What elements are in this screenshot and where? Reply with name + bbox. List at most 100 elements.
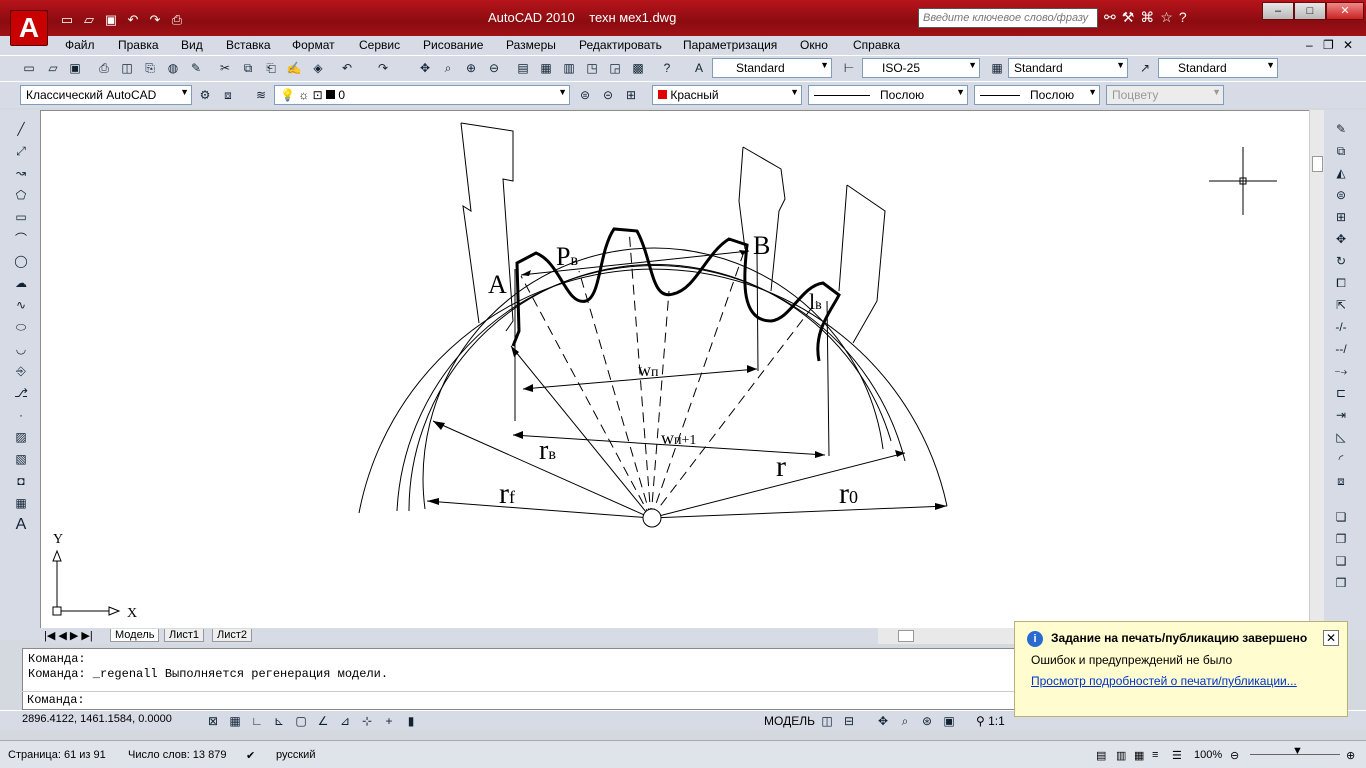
- menu-file[interactable]: Файл: [65, 38, 95, 52]
- fillet-icon[interactable]: ◜: [1332, 450, 1350, 468]
- annotation-scale[interactable]: ⚲ 1:1: [976, 714, 1005, 728]
- scroll-thumb[interactable]: [1312, 156, 1323, 172]
- workspace-icon[interactable]: ⧈: [219, 86, 237, 104]
- paste-icon[interactable]: ⎗: [262, 59, 280, 77]
- text-front-icon[interactable]: ❒: [1332, 574, 1350, 592]
- layer-previous-icon[interactable]: ⊝: [599, 86, 617, 104]
- workspace-select[interactable]: Классический AutoCAD ▼: [20, 85, 192, 105]
- menu-tools[interactable]: Сервис: [359, 38, 400, 52]
- explode-icon[interactable]: ⧈: [1332, 472, 1350, 490]
- new-icon[interactable]: ▭: [58, 12, 76, 28]
- tool-palettes-icon[interactable]: ▥: [560, 59, 578, 77]
- dyn-icon[interactable]: +: [380, 712, 398, 730]
- mirror-icon[interactable]: ◭: [1332, 164, 1350, 182]
- model-button[interactable]: МОДЕЛЬ: [764, 714, 815, 728]
- open-icon[interactable]: ▱: [80, 12, 98, 28]
- new-icon[interactable]: ▭: [20, 59, 38, 77]
- 3d-dwf-icon[interactable]: ◍: [164, 59, 182, 77]
- ellipse-arc-icon[interactable]: ◡: [12, 340, 30, 358]
- chamfer-icon[interactable]: ◺: [1332, 428, 1350, 446]
- insert-block-icon[interactable]: ⎆: [12, 362, 30, 380]
- command-input[interactable]: Команда:: [22, 691, 1022, 707]
- doc-restore-icon[interactable]: ❐: [1323, 38, 1334, 52]
- binoculars-icon[interactable]: ⚯: [1104, 9, 1116, 26]
- etransmit-icon[interactable]: ✎: [187, 59, 205, 77]
- hatch-icon[interactable]: ▨: [12, 428, 30, 446]
- spline-icon[interactable]: ∿: [12, 296, 30, 314]
- language[interactable]: русский: [276, 749, 315, 761]
- help-icon[interactable]: ?: [1179, 9, 1187, 26]
- draft-icon[interactable]: ☰: [1172, 749, 1182, 762]
- break-icon[interactable]: ⊏: [1332, 384, 1350, 402]
- spellcheck-icon[interactable]: ✔: [246, 749, 255, 762]
- point-icon[interactable]: ·: [12, 406, 30, 424]
- menu-help[interactable]: Справка: [853, 38, 900, 52]
- erase-icon[interactable]: ✎: [1332, 120, 1350, 138]
- save-icon[interactable]: ▣: [102, 12, 120, 28]
- osnap-icon[interactable]: ∠: [314, 712, 332, 730]
- calculator-icon[interactable]: ▩: [629, 59, 647, 77]
- showmotion-icon[interactable]: ▣: [940, 712, 958, 730]
- zoom-out-icon[interactable]: ⊖: [1230, 749, 1239, 762]
- text-style-icon[interactable]: A: [690, 59, 708, 77]
- arc-icon[interactable]: ⌒: [12, 230, 30, 248]
- zoom-in-icon[interactable]: ⊕: [1346, 749, 1355, 762]
- menu-format[interactable]: Формат: [292, 38, 335, 52]
- outline-icon[interactable]: ≡: [1152, 749, 1158, 761]
- viewport-icon[interactable]: ⊟: [840, 712, 858, 730]
- infer-icon[interactable]: ⊠: [204, 712, 222, 730]
- menu-view[interactable]: Вид: [181, 38, 203, 52]
- help-icon[interactable]: ?: [658, 59, 676, 77]
- tab-model[interactable]: Модель: [110, 629, 160, 642]
- revcloud-icon[interactable]: ☁: [12, 274, 30, 292]
- match-prop-icon[interactable]: ✍: [285, 59, 303, 77]
- scroll-thumb[interactable]: [898, 630, 914, 642]
- menu-parametric[interactable]: Параметризация: [683, 38, 777, 52]
- steering-wheel-icon[interactable]: ⊛: [918, 712, 936, 730]
- stretch-icon[interactable]: ⇱: [1332, 296, 1350, 314]
- star-icon[interactable]: ☆: [1160, 9, 1173, 26]
- close-button[interactable]: ✕: [1326, 2, 1364, 20]
- text-style-select[interactable]: Standard ▼: [712, 58, 832, 78]
- layer-state-icon[interactable]: ⊞: [622, 86, 640, 104]
- tab-sheet1[interactable]: Лист1: [164, 629, 205, 642]
- table-style-icon[interactable]: ▦: [988, 59, 1006, 77]
- layer-manager-icon[interactable]: ≋: [252, 86, 270, 104]
- undo-icon[interactable]: ↶: [124, 12, 142, 28]
- make-current-icon[interactable]: ⊜: [576, 86, 594, 104]
- block-editor-icon[interactable]: ◈: [309, 59, 327, 77]
- search-input[interactable]: Введите ключевое слово/фразу: [918, 8, 1098, 28]
- move-icon[interactable]: ✥: [1332, 230, 1350, 248]
- mleader-style-select[interactable]: Standard ▼: [1158, 58, 1278, 78]
- gear-icon[interactable]: ⚙: [196, 86, 214, 104]
- table-icon[interactable]: ▦: [12, 494, 30, 512]
- tools-icon[interactable]: ⚒: [1122, 9, 1135, 26]
- polyline-icon[interactable]: ↝: [12, 164, 30, 182]
- mtext-icon[interactable]: A: [12, 516, 30, 534]
- preview-icon[interactable]: ◫: [118, 59, 136, 77]
- dim-style-select[interactable]: ISO-25 ▼: [862, 58, 980, 78]
- table-style-select[interactable]: Standard ▼: [1008, 58, 1128, 78]
- rectangle-icon[interactable]: ▭: [12, 208, 30, 226]
- markup-icon[interactable]: ◲: [606, 59, 624, 77]
- zoom-realtime-icon[interactable]: ⌕: [439, 59, 457, 77]
- circle-icon[interactable]: ◯: [12, 252, 30, 270]
- doc-min-icon[interactable]: –: [1306, 38, 1313, 52]
- array-icon[interactable]: ⊞: [1332, 208, 1350, 226]
- extend-icon[interactable]: --/: [1332, 340, 1350, 358]
- reading-icon[interactable]: ▥: [1116, 749, 1126, 762]
- autocad-logo[interactable]: A: [10, 10, 48, 46]
- open-icon[interactable]: ▱: [44, 59, 62, 77]
- maximize-button[interactable]: □: [1294, 2, 1326, 20]
- zoom-slider-thumb[interactable]: ▼: [1292, 745, 1303, 757]
- ellipse-icon[interactable]: ⬭: [12, 318, 30, 336]
- snap-icon[interactable]: ▦: [226, 712, 244, 730]
- ortho-icon[interactable]: ⊾: [270, 712, 288, 730]
- rotate-icon[interactable]: ↻: [1332, 252, 1350, 270]
- drawing-area[interactable]: A B Pв lв wп wп+1 rв r rf r0 Y X: [40, 110, 1310, 630]
- offset-icon[interactable]: ⊜: [1332, 186, 1350, 204]
- break-point-icon[interactable]: ⤍: [1332, 362, 1350, 380]
- color-select[interactable]: Красный ▼: [652, 85, 802, 105]
- construction-line-icon[interactable]: ⤢: [12, 142, 30, 160]
- dim-style-icon[interactable]: ⊢: [840, 59, 858, 77]
